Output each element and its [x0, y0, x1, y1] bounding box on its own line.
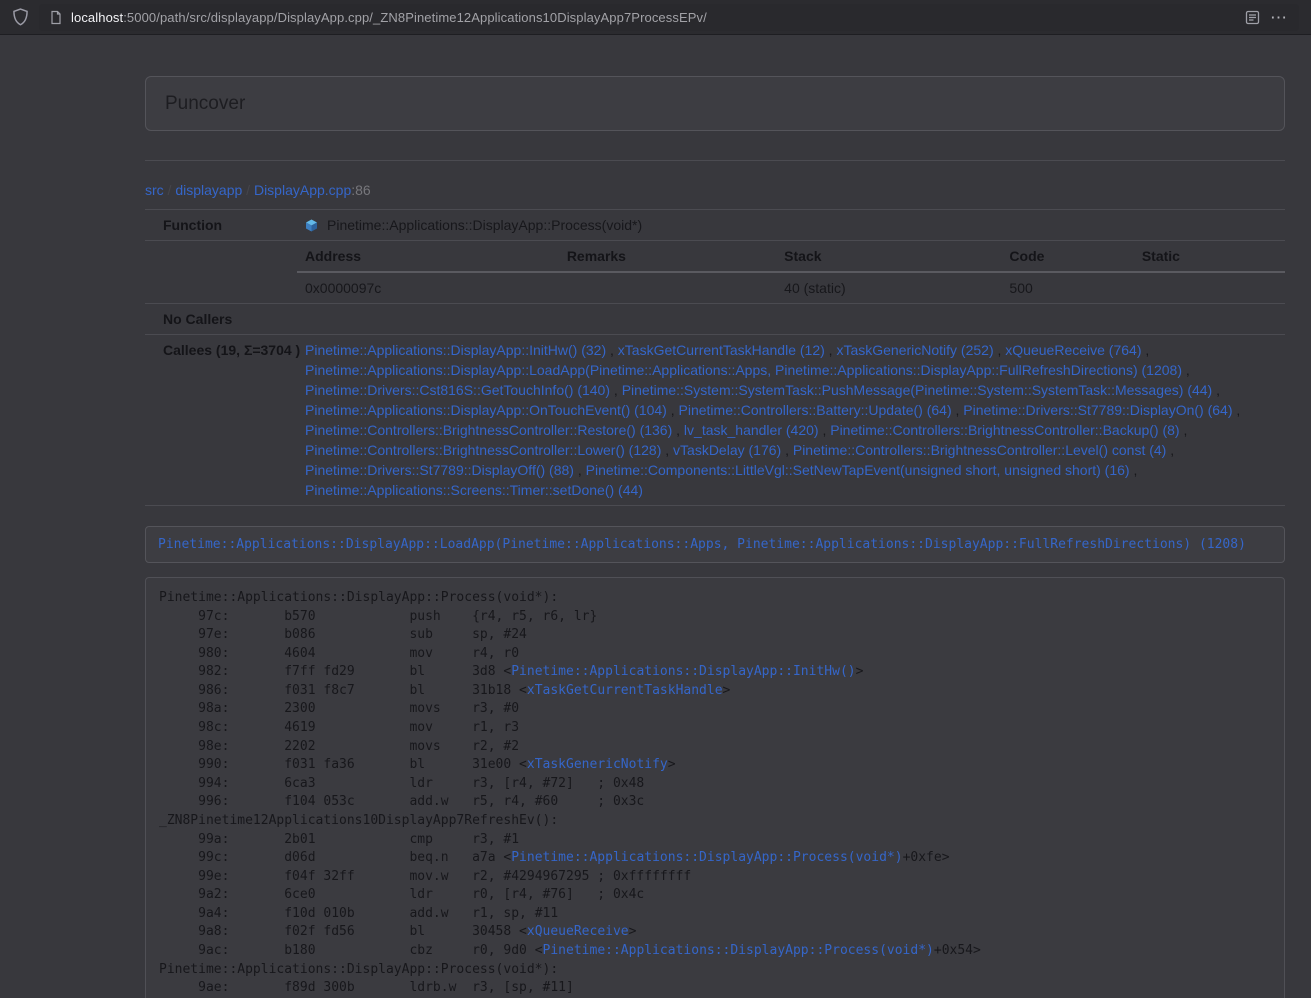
function-symbol-cell: Pinetime::Applications::DisplayApp::Proc… [297, 210, 1285, 240]
callee-link[interactable]: Pinetime::Drivers::St7789::DisplayOn() (… [963, 402, 1232, 418]
loadapp-symbol-link[interactable]: Pinetime::Applications::DisplayApp::Load… [158, 537, 1246, 552]
url-bar[interactable]: localhost:5000/path/src/displayapp/Displ… [39, 4, 1299, 31]
metrics-data-row: 0x0000097c 40 (static) 500 [297, 272, 1285, 303]
app-title-panel: Puncover [145, 76, 1285, 131]
page-icon [49, 10, 63, 25]
app-title: Puncover [165, 93, 245, 115]
reader-icon [1245, 10, 1260, 25]
breadcrumb-separator: / [242, 182, 254, 198]
col-header-stack: Stack [776, 241, 1001, 272]
metrics-table: Address Remarks Stack Code Static 0x0000… [297, 241, 1285, 303]
code-symbol-link[interactable]: Pinetime::Applications::DisplayApp::Init… [511, 664, 855, 679]
breadcrumb-separator: / [164, 182, 176, 198]
metrics-header-row: Address Remarks Stack Code Static [297, 241, 1285, 272]
col-header-static: Static [1134, 241, 1285, 272]
callee-link[interactable]: lv_task_handler (420) [684, 422, 819, 438]
callee-link[interactable]: Pinetime::System::SystemTask::PushMessag… [622, 382, 1213, 398]
cell-address: 0x0000097c [297, 272, 559, 303]
callee-link[interactable]: Pinetime::Controllers::BrightnessControl… [305, 442, 661, 458]
cell-remarks [559, 272, 776, 303]
callee-link[interactable]: Pinetime::Applications::DisplayApp::Init… [305, 342, 606, 358]
col-header-address: Address [297, 241, 559, 272]
callee-link[interactable]: Pinetime::Drivers::Cst816S::GetTouchInfo… [305, 382, 610, 398]
callees-label: Callees (19, Σ=3704 ) [145, 335, 297, 505]
breadcrumb-link[interactable]: DisplayApp.cpp [254, 182, 351, 198]
breadcrumb-link[interactable]: displayapp [175, 182, 242, 198]
cell-code: 500 [1001, 272, 1133, 303]
callee-link[interactable]: Pinetime::Controllers::Battery::Update()… [679, 402, 952, 418]
code-symbol-link[interactable]: xTaskGetCurrentTaskHandle [527, 683, 723, 698]
code-symbol-link[interactable]: xTaskGenericNotify [527, 757, 668, 772]
url-host: localhost [71, 10, 123, 25]
code-symbol-link[interactable]: xQueueReceive [527, 924, 629, 939]
metrics-table-cell: Address Remarks Stack Code Static 0x0000… [297, 241, 1285, 303]
cell-stack: 40 (static) [776, 272, 1001, 303]
function-row: Function Pinetime::Applications::Display… [145, 210, 1285, 241]
function-table: Function Pinetime::Applications::Display… [145, 209, 1285, 506]
callee-link[interactable]: Pinetime::Applications::Screens::Timer::… [305, 482, 643, 498]
callee-link[interactable]: xTaskGenericNotify (252) [836, 342, 993, 358]
loadapp-heading-panel: Pinetime::Applications::DisplayApp::Load… [145, 526, 1285, 563]
shield-icon [12, 8, 29, 26]
callee-link[interactable]: Pinetime::Applications::DisplayApp::OnTo… [305, 402, 667, 418]
no-callers-cell [297, 304, 1285, 334]
url-text: localhost:5000/path/src/displayapp/Displ… [71, 10, 1237, 25]
callee-link[interactable]: vTaskDelay (176) [673, 442, 781, 458]
no-callers-row: No Callers [145, 304, 1285, 335]
callee-link[interactable]: xQueueReceive (764) [1005, 342, 1141, 358]
cube-icon [305, 219, 318, 232]
page-info-icon[interactable] [49, 10, 63, 25]
callees-list: Pinetime::Applications::DisplayApp::Init… [297, 335, 1285, 505]
divider [145, 160, 1285, 161]
function-label: Function [145, 210, 297, 240]
callee-link[interactable]: Pinetime::Drivers::St7789::DisplayOff() … [305, 462, 574, 478]
code-symbol-link[interactable]: Pinetime::Applications::DisplayApp::Proc… [543, 943, 934, 958]
breadcrumb-link[interactable]: src [145, 182, 164, 198]
callee-link[interactable]: Pinetime::Controllers::BrightnessControl… [830, 422, 1179, 438]
col-header-remarks: Remarks [559, 241, 776, 272]
callee-link[interactable]: Pinetime::Controllers::BrightnessControl… [305, 422, 672, 438]
page-content: Puncover src / displayapp / DisplayApp.c… [145, 35, 1285, 998]
callees-row: Callees (19, Σ=3704 ) Pinetime::Applicat… [145, 335, 1285, 506]
no-callers-label: No Callers [145, 304, 297, 334]
callee-link[interactable]: Pinetime::Controllers::BrightnessControl… [793, 442, 1166, 458]
breadcrumb-line-number: :86 [351, 182, 370, 198]
tracking-protection-shield-icon[interactable] [12, 8, 29, 26]
metrics-table-row: Address Remarks Stack Code Static 0x0000… [145, 241, 1285, 304]
url-path: :5000/path/src/displayapp/DisplayApp.cpp… [123, 10, 707, 25]
function-symbol: Pinetime::Applications::DisplayApp::Proc… [327, 215, 642, 235]
cell-static [1134, 272, 1285, 303]
metrics-row-spacer [145, 241, 297, 303]
breadcrumb: src / displayapp / DisplayApp.cpp:86 [145, 182, 1285, 199]
disassembly-code-block: Pinetime::Applications::DisplayApp::Proc… [145, 577, 1285, 998]
callee-link[interactable]: Pinetime::Components::LittleVgl::SetNewT… [586, 462, 1130, 478]
page-actions-menu-icon[interactable]: ⋯ [1268, 9, 1289, 26]
col-header-code: Code [1001, 241, 1133, 272]
callee-link[interactable]: xTaskGetCurrentTaskHandle (12) [618, 342, 825, 358]
reader-view-icon[interactable] [1245, 10, 1260, 25]
browser-chrome: localhost:5000/path/src/displayapp/Displ… [0, 0, 1311, 35]
code-symbol-link[interactable]: Pinetime::Applications::DisplayApp::Proc… [511, 850, 902, 865]
callee-link[interactable]: Pinetime::Applications::DisplayApp::Load… [305, 362, 1182, 378]
